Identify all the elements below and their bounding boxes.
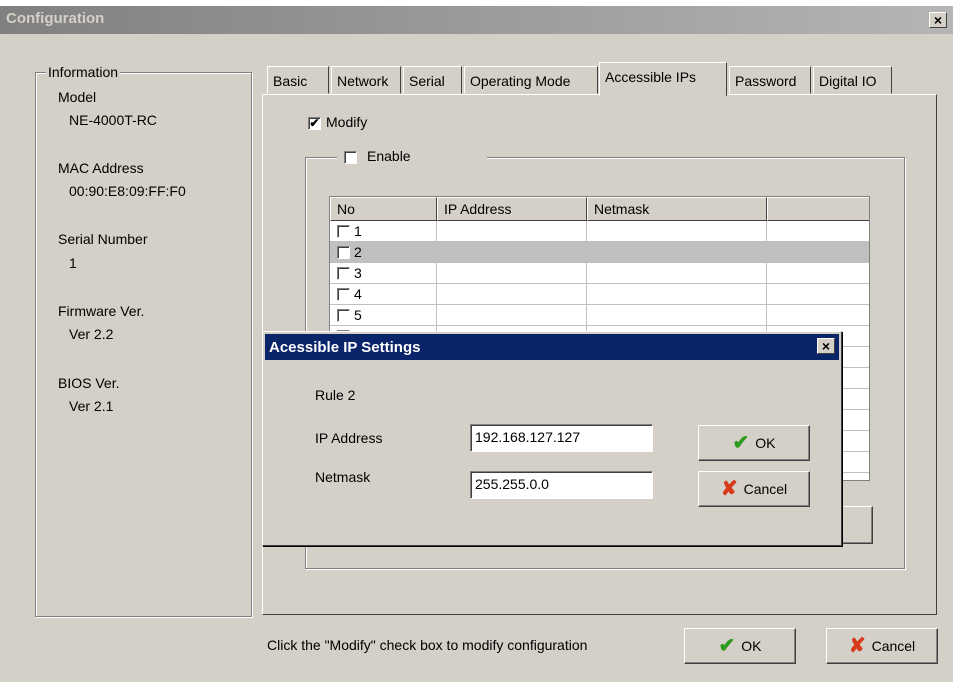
- information-group-label: Information: [46, 64, 121, 80]
- ip-address-cell: [437, 263, 587, 284]
- modify-checkbox[interactable]: ✔: [308, 117, 321, 130]
- check-icon: ✔: [718, 635, 736, 657]
- serial-number-label: Serial Number: [58, 231, 148, 247]
- extra-cell: [767, 284, 869, 305]
- cancel-label: Cancel: [871, 638, 916, 654]
- status-hint: Click the "Modify" check box to modify c…: [267, 637, 588, 653]
- cancel-button[interactable]: ✘ Cancel: [826, 628, 938, 664]
- row-number-cell: 1: [330, 221, 437, 242]
- close-icon: ×: [821, 338, 831, 354]
- serial-number-value: 1: [69, 255, 77, 271]
- row-checkbox[interactable]: [337, 246, 350, 259]
- mac-address-label: MAC Address: [58, 160, 144, 176]
- extra-cell: [767, 242, 869, 263]
- row-number-cell: 5: [330, 305, 437, 326]
- table-row[interactable]: 4: [330, 284, 869, 305]
- enable-checkbox[interactable]: [344, 151, 357, 164]
- cross-icon: ✘: [720, 478, 738, 500]
- firmware-value: Ver 2.2: [69, 326, 114, 342]
- dialog-title: Acessible IP Settings: [265, 334, 839, 360]
- checkmark-icon: ✔: [309, 116, 320, 130]
- ip-address-cell: [437, 305, 587, 326]
- ok-label: OK: [741, 638, 762, 654]
- row-number: 1: [354, 223, 362, 239]
- column-header-netmask[interactable]: Netmask: [587, 197, 767, 221]
- netmask-cell: [587, 263, 767, 284]
- extra-cell: [767, 305, 869, 326]
- row-checkbox[interactable]: [337, 225, 350, 238]
- column-header-ip-address[interactable]: IP Address: [437, 197, 587, 221]
- accessible-ip-settings-dialog: Acessible IP Settings × Rule 2 IP Addres…: [262, 331, 842, 546]
- modify-label: Modify: [326, 114, 368, 130]
- tab-digital-io[interactable]: Digital IO: [813, 66, 892, 94]
- row-number-cell: 2: [330, 242, 437, 263]
- netmask-cell: [587, 242, 767, 263]
- rule-label: Rule 2: [315, 387, 356, 403]
- netmask-cell: [587, 305, 767, 326]
- tab-accessible-ips[interactable]: Accessible IPs: [599, 62, 727, 96]
- edit-button[interactable]: [841, 506, 873, 544]
- extra-cell: [767, 263, 869, 284]
- extra-cell: [767, 221, 869, 242]
- tab-basic[interactable]: Basic: [267, 66, 329, 94]
- row-checkbox[interactable]: [337, 267, 350, 280]
- row-number: 5: [354, 307, 362, 323]
- dialog-ok-label: OK: [755, 435, 776, 451]
- check-icon: ✔: [732, 432, 750, 454]
- bios-label: BIOS Ver.: [58, 375, 120, 391]
- ok-button[interactable]: ✔ OK: [684, 628, 796, 664]
- table-row[interactable]: 2: [330, 242, 869, 263]
- dialog-ok-button[interactable]: ✔ OK: [698, 425, 810, 461]
- bios-value: Ver 2.1: [69, 398, 114, 414]
- close-icon: ×: [933, 12, 943, 28]
- ip-address-input[interactable]: 192.168.127.127: [470, 424, 653, 452]
- dialog-close-button[interactable]: ×: [817, 338, 835, 354]
- netmask-label: Netmask: [315, 469, 371, 485]
- table-row[interactable]: 1: [330, 221, 869, 242]
- ip-address-cell: [437, 242, 587, 263]
- window-close-button[interactable]: ×: [929, 12, 947, 28]
- netmask-cell: [587, 284, 767, 305]
- row-checkbox[interactable]: [337, 309, 350, 322]
- netmask-input[interactable]: 255.255.0.0: [470, 471, 653, 499]
- enable-label: Enable: [367, 148, 411, 164]
- tab-network[interactable]: Network: [331, 66, 401, 94]
- tab-serial[interactable]: Serial: [403, 66, 462, 94]
- row-number-cell: 3: [330, 263, 437, 284]
- ip-address-cell: [437, 284, 587, 305]
- model-label: Model: [58, 89, 97, 105]
- firmware-label: Firmware Ver.: [58, 303, 145, 319]
- enable-group-header: [337, 147, 487, 167]
- ip-address-cell: [437, 221, 587, 242]
- window-title: Configuration: [6, 10, 105, 27]
- ip-address-label: IP Address: [315, 430, 383, 446]
- dialog-cancel-button[interactable]: ✘ Cancel: [698, 471, 810, 507]
- netmask-cell: [587, 221, 767, 242]
- cross-icon: ✘: [848, 635, 866, 657]
- mac-address-value: 00:90:E8:09:FF:F0: [69, 183, 186, 199]
- dialog-cancel-label: Cancel: [743, 481, 788, 497]
- row-number: 2: [354, 244, 362, 260]
- table-row[interactable]: 3: [330, 263, 869, 284]
- tab-password[interactable]: Password: [729, 66, 811, 94]
- column-header-no[interactable]: No: [330, 197, 437, 221]
- column-header-extra[interactable]: [767, 197, 869, 221]
- row-checkbox[interactable]: [337, 288, 350, 301]
- table-row[interactable]: 5: [330, 305, 869, 326]
- model-value: NE-4000T-RC: [69, 112, 157, 128]
- row-number: 4: [354, 286, 362, 302]
- row-number-cell: 4: [330, 284, 437, 305]
- window-titlebar: [0, 6, 953, 34]
- tab-operating-mode[interactable]: Operating Mode: [464, 66, 598, 94]
- information-group: [35, 72, 252, 617]
- row-number: 3: [354, 265, 362, 281]
